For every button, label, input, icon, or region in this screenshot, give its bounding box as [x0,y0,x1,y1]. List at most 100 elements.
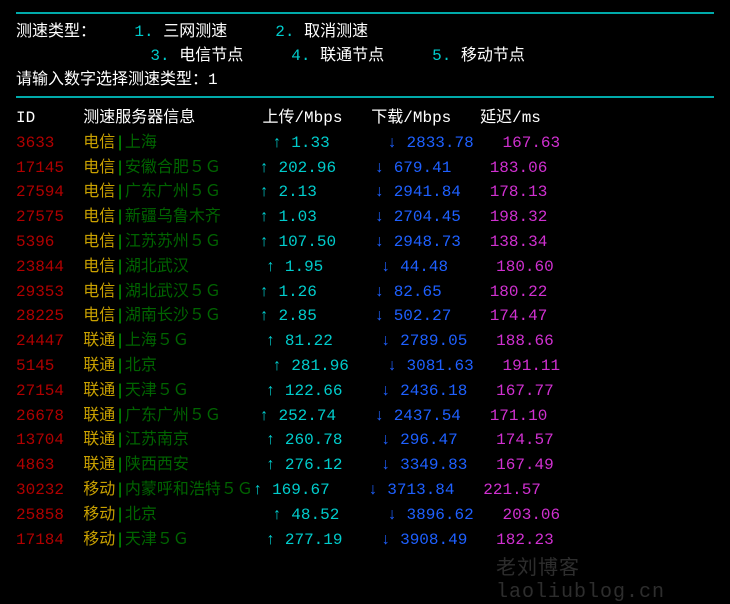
cell-loc: 陕西西安 [125,456,189,474]
opt-2-label[interactable]: 取消测速 [304,23,368,41]
cell-lat: 182.23 [496,531,554,549]
cell-isp: 联通 [83,456,115,474]
cell-up: 122.66 [285,382,381,400]
down-arrow-icon: ↓ [387,134,406,152]
table-row: 17145 电信|安徽合肥５Ｇ ↑ 202.96 ↓ 679.41 183.06 [16,156,714,181]
up-arrow-icon: ↑ [259,183,278,201]
cell-up: 276.12 [285,456,381,474]
up-arrow-icon: ↑ [266,332,285,350]
cell-id: 4863 [16,456,83,474]
hdr-down: 下载/Mbps [371,109,480,127]
cell-id: 5145 [16,357,83,375]
cell-isp: 电信 [83,233,115,251]
cell-up: 81.22 [285,332,381,350]
opt-1-label[interactable]: 三网测速 [163,23,227,41]
cell-sep: | [115,357,125,375]
opt-5-label[interactable]: 移动节点 [461,47,525,65]
cell-id: 13704 [16,431,83,449]
cell-loc: 上海５Ｇ [125,332,189,350]
table-header: ID 测速服务器信息 上传/Mbps 下载/Mbps 延迟/ms [16,106,714,131]
cell-lat: 138.34 [490,233,548,251]
up-arrow-icon: ↑ [272,357,291,375]
cell-down: 3713.84 [387,481,483,499]
down-arrow-icon: ↓ [374,208,393,226]
cell-loc: 内蒙呼和浩特５Ｇ [125,481,253,499]
cell-down: 3349.83 [400,456,496,474]
cell-down: 2833.78 [407,134,503,152]
cell-down: 3081.63 [407,357,503,375]
opt-3-label[interactable]: 电信节点 [179,47,243,65]
cell-lat: 188.66 [496,332,554,350]
cell-sep: | [115,382,125,400]
table-row: 28225 电信|湖南长沙５Ｇ ↑ 2.85 ↓ 502.27 174.47 [16,304,714,329]
cell-up: 260.78 [285,431,381,449]
down-arrow-icon: ↓ [387,357,406,375]
cell-up: 169.67 [272,481,368,499]
cell-up: 1.03 [278,208,374,226]
table-row: 30232 移动|内蒙呼和浩特５Ｇ↑ 169.67 ↓ 3713.84 221.… [16,478,714,503]
cell-down: 679.41 [394,159,490,177]
cell-sep: | [115,208,125,226]
up-arrow-icon: ↑ [266,382,285,400]
cell-sep: | [115,183,125,201]
opt-4-num: 4. [291,47,310,65]
opt-4-label[interactable]: 联通节点 [320,47,384,65]
down-arrow-icon: ↓ [381,456,400,474]
cell-loc: 北京 [125,357,157,375]
cell-isp: 移动 [83,506,115,524]
cell-sep: | [115,431,125,449]
menu-row-1: 测速类型： 1. 三网测速 2. 取消测速 [16,20,714,44]
opt-2-num: 2. [275,23,294,41]
cell-sep: | [115,233,125,251]
cell-down: 3896.62 [407,506,503,524]
table-row: 27575 电信|新疆乌鲁木齐 ↑ 1.03 ↓ 2704.45 198.32 [16,205,714,230]
cell-isp: 移动 [83,531,115,549]
cell-down: 82.65 [394,283,490,301]
cell-loc: 江苏南京 [125,431,189,449]
table-row: 4863 联通|陕西西安 ↑ 276.12 ↓ 3349.83 167.49 [16,453,714,478]
up-arrow-icon: ↑ [266,258,285,276]
cell-lat: 203.06 [503,506,561,524]
cell-id: 27154 [16,382,83,400]
cell-lat: 174.47 [490,307,548,325]
cell-isp: 联通 [83,332,115,350]
down-arrow-icon: ↓ [387,506,406,524]
up-arrow-icon: ↑ [253,481,272,499]
cell-lat: 198.32 [490,208,548,226]
watermark: 老刘博客laoliublog.cn [496,551,724,604]
up-arrow-icon: ↑ [259,407,278,425]
cell-loc: 上海 [125,134,157,152]
down-arrow-icon: ↓ [374,233,393,251]
cell-up: 277.19 [285,531,381,549]
cell-up: 252.74 [278,407,374,425]
table-row: 25858 移动|北京 ↑ 48.52 ↓ 3896.62 203.06 [16,503,714,528]
opt-1-num: 1. [134,23,153,41]
cell-id: 23844 [16,258,83,276]
cell-isp: 电信 [83,283,115,301]
down-arrow-icon: ↓ [374,283,393,301]
cell-loc: 湖南长沙５Ｇ [125,307,221,325]
table-row: 17184 移动|天津５Ｇ ↑ 277.19 ↓ 3908.49 182.23 [16,528,714,553]
cell-id: 24447 [16,332,83,350]
cell-down: 44.48 [400,258,496,276]
up-arrow-icon: ↑ [259,307,278,325]
cell-id: 27594 [16,183,83,201]
cell-isp: 电信 [83,307,115,325]
cell-sep: | [115,506,125,524]
down-arrow-icon: ↓ [374,159,393,177]
cell-loc: 广东广州５Ｇ [125,183,221,201]
cell-isp: 联通 [83,357,115,375]
user-input[interactable]: 1 [208,71,218,89]
cell-sep: | [115,531,125,549]
up-arrow-icon: ↑ [266,431,285,449]
down-arrow-icon: ↓ [381,258,400,276]
cell-id: 27575 [16,208,83,226]
cell-id: 5396 [16,233,83,251]
cell-down: 502.27 [394,307,490,325]
up-arrow-icon: ↑ [259,233,278,251]
opt-5-num: 5. [432,47,451,65]
cell-loc: 北京 [125,506,157,524]
table-row: 29353 电信|湖北武汉５Ｇ ↑ 1.26 ↓ 82.65 180.22 [16,280,714,305]
table-row: 26678 联通|广东广州５Ｇ ↑ 252.74 ↓ 2437.54 171.1… [16,404,714,429]
cell-id: 26678 [16,407,83,425]
